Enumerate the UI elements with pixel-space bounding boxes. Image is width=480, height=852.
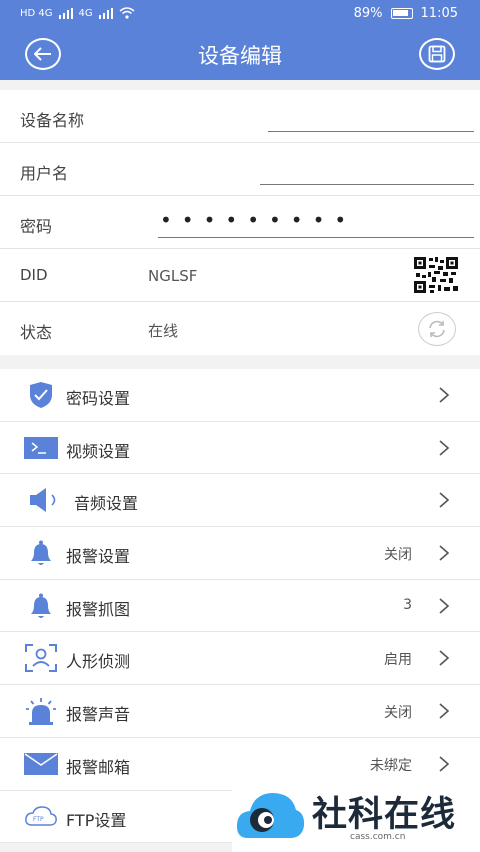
network-label-2: 4G	[78, 7, 93, 19]
did-row: DID NGLSF	[0, 249, 480, 302]
menu-item-value: 启用	[384, 652, 412, 669]
menu-item-label: 报警设置	[66, 547, 131, 567]
menu-item-alarm-snapshot[interactable]: 报警抓图 3	[0, 580, 480, 633]
terminal-icon	[24, 434, 58, 462]
refresh-button[interactable]	[418, 312, 456, 346]
app-header: 设备编辑	[0, 28, 480, 80]
status-bar: HD 4G 4G 89% 11:05	[0, 0, 480, 28]
bell-icon	[24, 539, 58, 567]
status-right: 89% 11:05	[354, 6, 458, 21]
watermark: 社科在线 cass.com.cn	[232, 772, 480, 852]
chevron-right-icon	[439, 387, 450, 403]
device-form: 设备名称 用户名 密码 ••••••••• DID NGLSF 状态 在线	[0, 90, 480, 355]
status-value: 在线	[148, 322, 179, 340]
chevron-right-icon	[439, 598, 450, 614]
qr-code-icon[interactable]	[414, 257, 458, 293]
person-frame-icon	[24, 644, 58, 673]
menu-item-value: 3	[403, 596, 412, 613]
username-row: 用户名	[0, 143, 480, 196]
floppy-icon	[428, 45, 446, 63]
page-title: 设备编辑	[198, 44, 282, 68]
did-label: DID	[20, 266, 48, 284]
menu-item-label: 音频设置	[74, 494, 139, 514]
watermark-url: cass.com.cn	[350, 832, 406, 842]
signal-icon	[58, 7, 73, 19]
menu-item-label: FTP设置	[66, 810, 127, 830]
status-label: 状态	[20, 323, 53, 342]
network-indicators: HD 4G 4G	[20, 7, 135, 19]
menu-item-alarm-settings[interactable]: 报警设置 关闭	[0, 527, 480, 580]
chevron-right-icon	[439, 703, 450, 719]
device-name-input[interactable]	[268, 131, 474, 132]
chevron-right-icon	[439, 440, 450, 456]
speaker-icon	[28, 486, 68, 514]
shield-check-icon	[24, 381, 58, 409]
password-input[interactable]	[158, 237, 474, 238]
svg-text:FTP: FTP	[33, 816, 44, 823]
chevron-right-icon	[439, 650, 450, 667]
menu-item-alarm-sound[interactable]: 报警声音 关闭	[0, 685, 480, 738]
device-name-label: 设备名称	[20, 111, 85, 130]
menu-item-label: 密码设置	[66, 389, 131, 408]
password-input-value[interactable]: •••••••••	[160, 208, 356, 232]
menu-item-password-settings[interactable]: 密码设置	[0, 369, 480, 422]
menu-item-label: 报警邮箱	[66, 757, 131, 777]
chevron-right-icon	[439, 756, 450, 772]
save-button[interactable]	[419, 38, 455, 70]
ftp-cloud-icon: FTP	[24, 803, 58, 831]
chevron-right-icon	[439, 545, 450, 561]
envelope-icon	[24, 750, 58, 778]
menu-item-human-detection[interactable]: 人形侦测 启用	[0, 632, 480, 686]
menu-item-audio-settings[interactable]: 音频设置	[0, 474, 480, 528]
username-input[interactable]	[260, 184, 474, 185]
menu-item-video-settings[interactable]: 视频设置	[0, 422, 480, 475]
menu-item-label: 视频设置	[66, 441, 131, 461]
menu-item-label: 人形侦测	[66, 652, 131, 672]
network-label-1: HD 4G	[20, 7, 53, 19]
signal-icon	[98, 7, 113, 19]
battery-percent: 89%	[353, 6, 383, 21]
menu-item-label: 报警抓图	[66, 599, 131, 619]
siren-icon	[24, 697, 58, 726]
status-row: 状态 在线	[0, 302, 480, 355]
password-row: 密码 •••••••••	[0, 196, 480, 249]
bell-icon	[24, 592, 58, 620]
menu-item-value: 关闭	[384, 547, 412, 564]
watermark-brand: 社科在线	[312, 795, 457, 835]
device-name-row: 设备名称	[0, 90, 480, 143]
wifi-icon	[119, 7, 135, 19]
menu-item-label: 报警声音	[66, 705, 131, 725]
watermark-logo	[236, 793, 305, 838]
password-label: 密码	[20, 217, 53, 236]
did-value: NGLSF	[148, 267, 198, 285]
chevron-right-icon	[439, 492, 450, 508]
refresh-icon	[429, 320, 445, 338]
clock: 11:05	[420, 6, 458, 21]
menu-item-value: 关闭	[384, 705, 412, 722]
battery-icon	[390, 8, 413, 19]
username-label: 用户名	[20, 164, 69, 183]
